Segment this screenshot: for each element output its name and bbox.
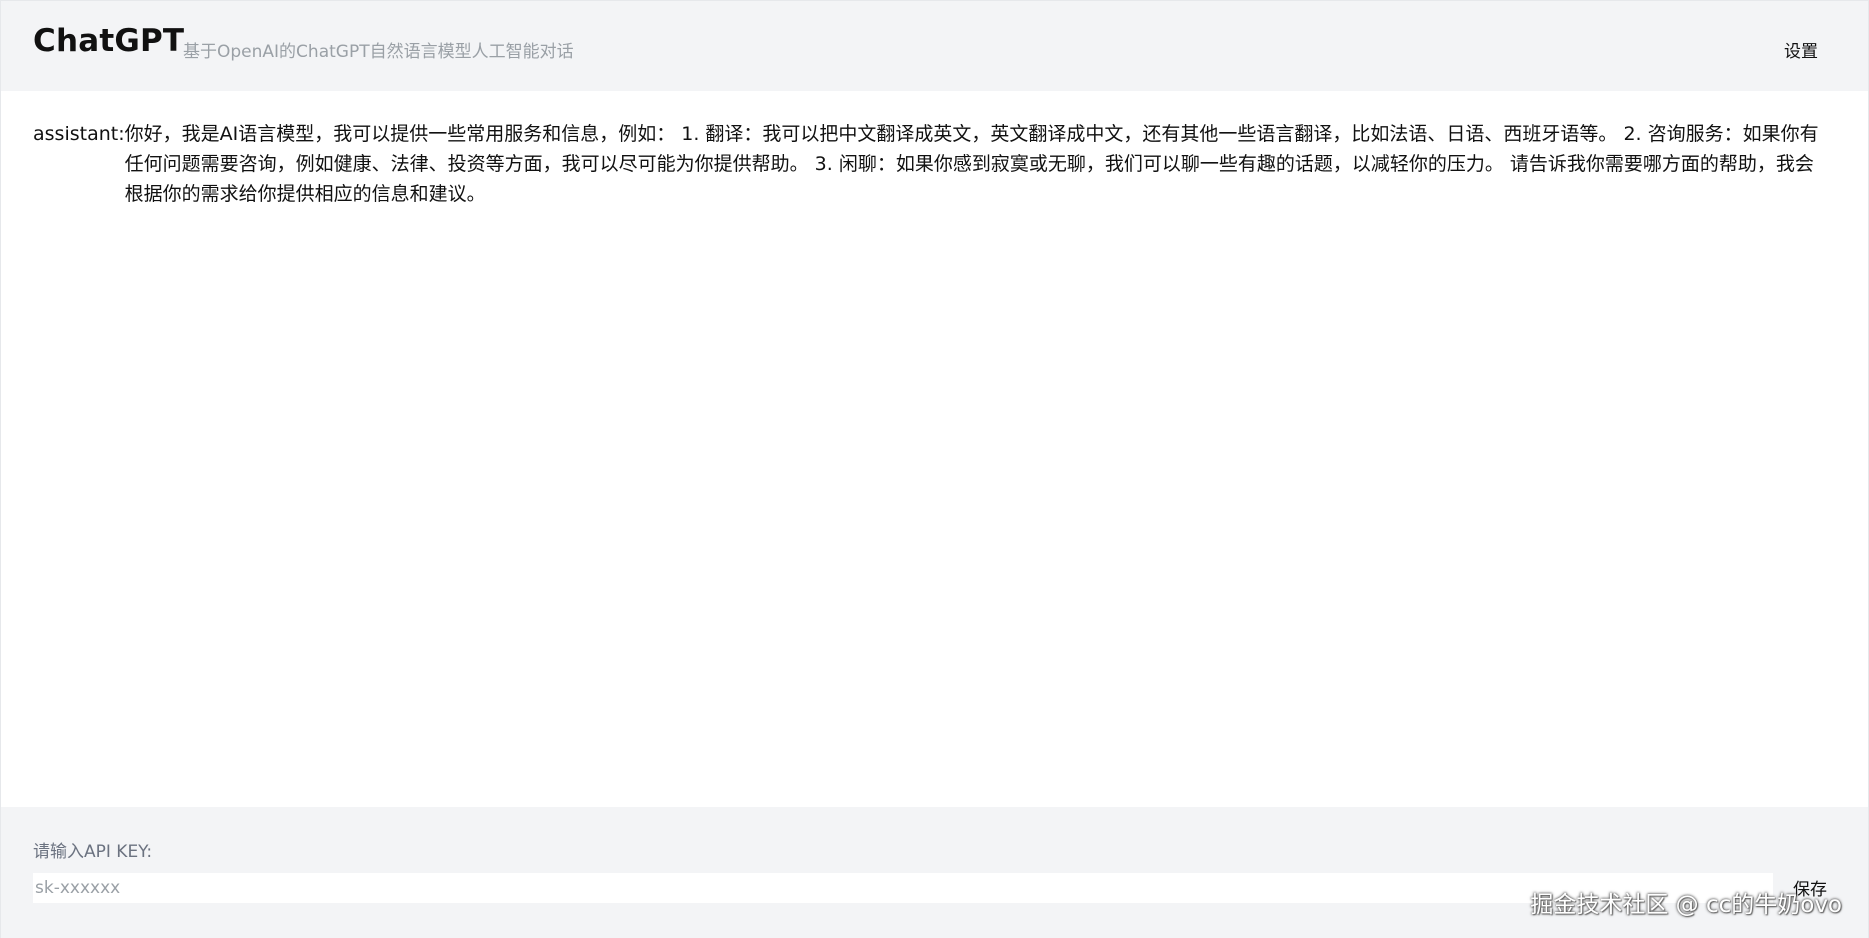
settings-button[interactable]: 设置 bbox=[1784, 37, 1818, 62]
api-key-label: 请输入API KEY: bbox=[33, 842, 153, 862]
chat-app: ChatGPT 基于OpenAI的ChatGPT自然语言模型人工智能对话 设置 … bbox=[0, 0, 1869, 938]
message-role: assistant: bbox=[33, 123, 125, 145]
app-subtitle: 基于OpenAI的ChatGPT自然语言模型人工智能对话 bbox=[183, 42, 574, 62]
app-title: ChatGPT bbox=[33, 23, 185, 59]
chat-area: assistant: 你好，我是AI语言模型，我可以提供一些常用服务和信息，例如… bbox=[1, 91, 1868, 807]
header: ChatGPT 基于OpenAI的ChatGPT自然语言模型人工智能对话 设置 bbox=[1, 1, 1868, 91]
watermark: 掘金技术社区 @ cc的牛奶ovo bbox=[1530, 892, 1842, 918]
assistant-message: assistant: 你好，我是AI语言模型，我可以提供一些常用服务和信息，例如… bbox=[33, 119, 1820, 209]
api-key-input[interactable] bbox=[33, 873, 1773, 903]
message-content: 你好，我是AI语言模型，我可以提供一些常用服务和信息，例如： 1. 翻译：我可以… bbox=[124, 123, 1819, 205]
api-key-panel: 请输入API KEY: 保存 掘金技术社区 @ cc的牛奶ovo bbox=[1, 807, 1868, 938]
